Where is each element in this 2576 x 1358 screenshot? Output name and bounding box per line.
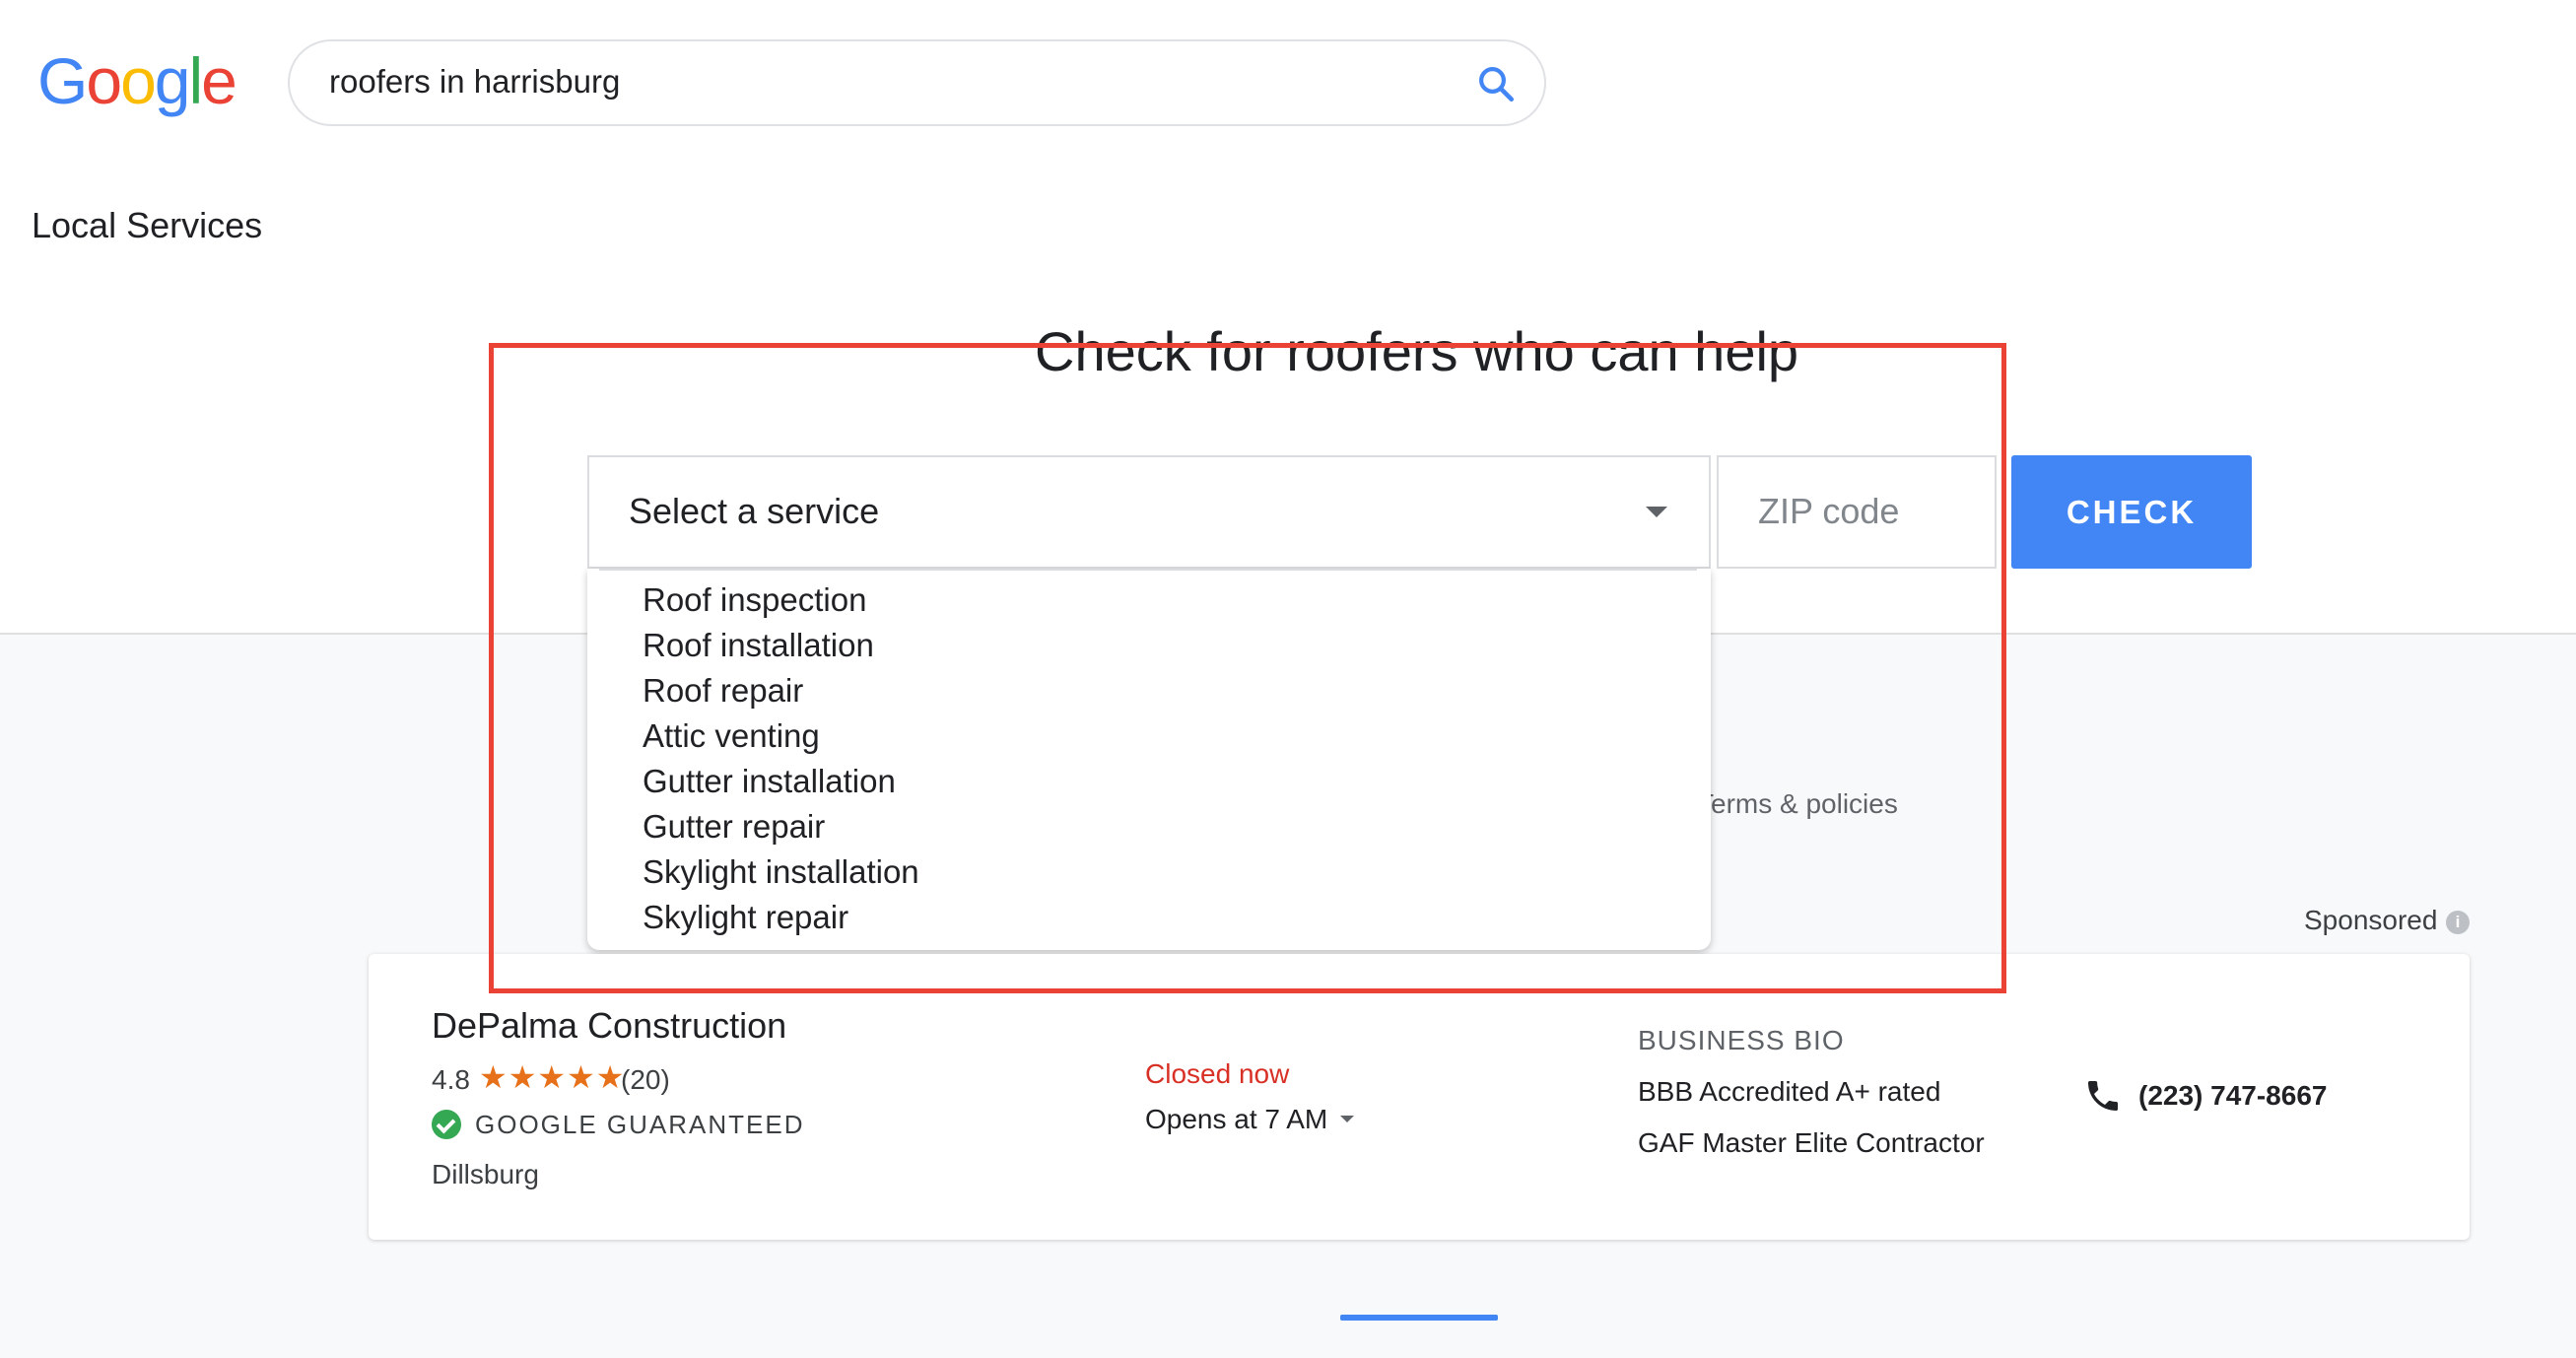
dropdown-divider [599, 569, 1697, 571]
service-dropdown-menu: Roof inspection Roof installation Roof r… [587, 569, 1711, 950]
zip-code-input[interactable]: ZIP code [1717, 455, 1997, 569]
logo-letter: o [86, 44, 122, 117]
business-listing-card[interactable]: DePalma Construction 4.8 ★★★★★ (20) GOOG… [369, 954, 2470, 1240]
service-select-label: Select a service [629, 491, 880, 531]
status-closed: Closed now [1145, 1058, 1290, 1089]
google-guaranteed-badge: GOOGLE GUARANTEED [475, 1110, 805, 1139]
star-rating-icon: ★★★★★ [479, 1059, 626, 1095]
carousel-indicator[interactable] [1340, 1315, 1498, 1321]
check-button[interactable]: CHECK [2011, 455, 2252, 569]
info-icon[interactable]: i [2446, 911, 2470, 934]
chevron-down-icon[interactable] [1340, 1116, 1354, 1122]
rating-value: 4.8 [432, 1064, 470, 1095]
page-title: Check for roofers who can help [1035, 320, 1799, 382]
dropdown-option-attic-venting[interactable]: Attic venting [643, 714, 820, 758]
logo-letter: o [120, 44, 157, 117]
dropdown-option-skylight-repair[interactable]: Skylight repair [643, 896, 848, 939]
logo-letter: l [188, 44, 204, 117]
business-bio-line: GAF Master Elite Contractor [1638, 1127, 1985, 1158]
search-icon[interactable] [1475, 63, 1517, 104]
opening-hours-toggle[interactable]: Opens at 7 AM [1145, 1104, 1327, 1135]
dropdown-option-roof-inspection[interactable]: Roof inspection [643, 578, 866, 622]
search-box[interactable]: roofers in harrisburg [288, 39, 1546, 126]
business-location: Dillsburg [432, 1159, 539, 1189]
business-name[interactable]: DePalma Construction [432, 1005, 786, 1047]
check-button-label: CHECK [2066, 493, 2198, 530]
section-title: Local Services [32, 205, 263, 245]
logo-letter: G [37, 44, 88, 117]
review-count[interactable]: (20) [621, 1064, 670, 1096]
dropdown-option-roof-installation[interactable]: Roof installation [643, 624, 874, 667]
dropdown-option-skylight-installation[interactable]: Skylight installation [643, 850, 919, 894]
chevron-down-icon [1646, 507, 1667, 517]
business-bio-heading: BUSINESS BIO [1638, 1025, 1845, 1055]
logo-letter: e [201, 44, 237, 117]
service-select[interactable]: Select a service [587, 455, 1711, 569]
search-input[interactable]: roofers in harrisburg [329, 63, 620, 101]
phone-number-link[interactable]: (223) 747-8667 [2138, 1080, 2327, 1112]
logo-letter: g [154, 44, 191, 117]
phone-icon[interactable] [2083, 1076, 2123, 1116]
zip-code-placeholder: ZIP code [1758, 491, 1900, 531]
dropdown-option-roof-repair[interactable]: Roof repair [643, 669, 803, 713]
terms-policies-link[interactable]: Terms & policies [1697, 788, 1898, 820]
checkmark-badge-icon [432, 1110, 461, 1139]
business-bio-line: BBB Accredited A+ rated [1638, 1076, 1941, 1107]
dropdown-option-gutter-installation[interactable]: Gutter installation [643, 760, 896, 803]
google-logo[interactable]: Google [37, 41, 237, 120]
sponsored-label: Sponsored [2304, 905, 2438, 935]
dropdown-option-gutter-repair[interactable]: Gutter repair [643, 805, 825, 849]
